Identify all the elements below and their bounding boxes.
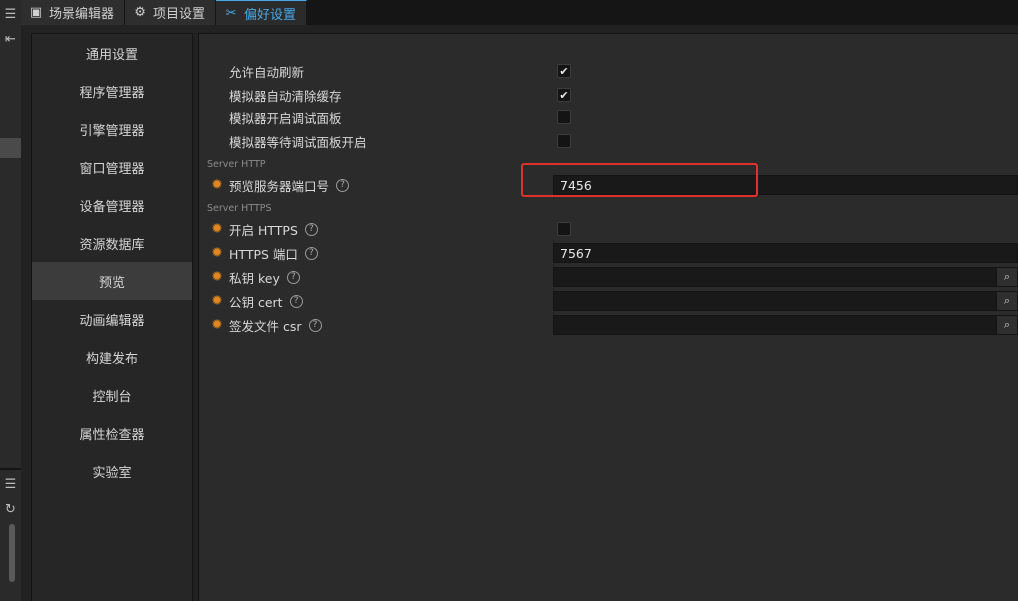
public-cert-input[interactable]: ⌕ bbox=[553, 291, 1018, 311]
highlight-annotation-box bbox=[521, 163, 758, 197]
setting-https-port: ✹ HTTPS 端口 ? 7567 bbox=[199, 242, 1018, 264]
https-port-input[interactable]: 7567 bbox=[553, 243, 1018, 263]
setting-label: 模拟器等待调试面板开启 bbox=[229, 134, 367, 150]
help-icon[interactable]: ? bbox=[289, 294, 303, 308]
nav-item-console[interactable]: 控制台 bbox=[32, 376, 192, 414]
nav-item-engine-manager[interactable]: 引擎管理器 bbox=[32, 110, 192, 148]
nav-item-asset-db[interactable]: 资源数据库 bbox=[32, 224, 192, 262]
sim-debug-panel-checkbox[interactable] bbox=[557, 110, 571, 124]
gear-icon: ✹ bbox=[211, 177, 223, 193]
setting-auto-refresh: 允许自动刷新 ✔ bbox=[199, 60, 1018, 82]
scrollbar[interactable] bbox=[9, 524, 15, 582]
help-icon[interactable]: ? bbox=[304, 222, 318, 236]
tab-label: 偏好设置 bbox=[244, 7, 297, 23]
help-icon[interactable]: ? bbox=[308, 318, 322, 332]
nav-item-inspector[interactable]: 属性检查器 bbox=[32, 414, 192, 452]
gear-icon: ✹ bbox=[211, 317, 223, 333]
gear-icon: ⚙ bbox=[134, 5, 146, 20]
tab-label: 项目设置 bbox=[153, 7, 206, 22]
setting-label-group: ✹ 私钥 key ? bbox=[209, 268, 300, 287]
setting-label-group: ✹ 开启 HTTPS ? bbox=[209, 220, 318, 239]
tab-label: 场景编辑器 bbox=[49, 7, 115, 22]
setting-sim-wait-debug: 模拟器等待调试面板开启 bbox=[199, 130, 1018, 152]
setting-sim-debug-panel: 模拟器开启调试面板 bbox=[199, 106, 1018, 128]
setting-label: 签发文件 csr bbox=[229, 318, 302, 334]
indent-list-icon[interactable]: ⇤ bbox=[0, 27, 21, 51]
setting-label-group: ✹ 预览服务器端口号 ? bbox=[209, 176, 350, 195]
auto-refresh-checkbox[interactable]: ✔ bbox=[557, 64, 571, 78]
refresh-icon[interactable]: ↻ bbox=[0, 497, 21, 521]
setting-label: HTTPS 端口 bbox=[229, 246, 298, 262]
gear-icon: ✹ bbox=[211, 221, 223, 237]
setting-private-key: ✹ 私钥 key ? ⌕ bbox=[199, 266, 1018, 288]
menu-icon[interactable]: ☰ bbox=[0, 472, 21, 496]
help-icon[interactable]: ? bbox=[304, 246, 318, 260]
gear-icon: ✹ bbox=[211, 293, 223, 309]
menu-icon[interactable]: ☰ bbox=[0, 2, 21, 26]
setting-label: 开启 HTTPS bbox=[229, 222, 298, 238]
setting-enable-https: ✹ 开启 HTTPS ? bbox=[199, 218, 1018, 240]
setting-csr-file: ✹ 签发文件 csr ? ⌕ bbox=[199, 314, 1018, 336]
setting-label: 模拟器自动清除缓存 bbox=[229, 88, 342, 104]
nav-item-device-manager[interactable]: 设备管理器 bbox=[32, 186, 192, 224]
section-server-https: Server HTTPS bbox=[207, 203, 272, 214]
setting-label: 预览服务器端口号 bbox=[229, 178, 330, 194]
sim-clear-cache-checkbox[interactable]: ✔ bbox=[557, 88, 571, 102]
sim-wait-debug-checkbox[interactable] bbox=[557, 134, 571, 148]
help-icon[interactable]: ? bbox=[336, 178, 350, 192]
tab-preferences[interactable]: ✂ 偏好设置 bbox=[216, 0, 308, 25]
setting-label: 私钥 key bbox=[229, 270, 280, 286]
setting-public-cert: ✹ 公钥 cert ? ⌕ bbox=[199, 290, 1018, 312]
nav-item-lab[interactable]: 实验室 bbox=[32, 452, 192, 490]
setting-label: 模拟器开启调试面板 bbox=[229, 110, 342, 126]
scene-editor-icon: ▣ bbox=[29, 5, 43, 20]
setting-label-group: ✹ HTTPS 端口 ? bbox=[209, 244, 318, 263]
section-server-http: Server HTTP bbox=[207, 159, 266, 170]
gear-icon: ✹ bbox=[211, 269, 223, 285]
preview-settings-panel: 允许自动刷新 ✔ 模拟器自动清除缓存 ✔ 模拟器开启调试面板 模拟器等待调试面板… bbox=[198, 33, 1018, 601]
help-icon[interactable]: ? bbox=[286, 270, 300, 284]
selected-strip-item[interactable] bbox=[0, 138, 21, 158]
setting-sim-clear-cache: 模拟器自动清除缓存 ✔ bbox=[199, 84, 1018, 106]
private-key-input[interactable]: ⌕ bbox=[553, 267, 1018, 287]
preferences-content: 通用设置 程序管理器 引擎管理器 窗口管理器 设备管理器 资源数据库 预览 动画… bbox=[21, 25, 1018, 601]
gear-icon: ✹ bbox=[211, 245, 223, 261]
setting-label: 公钥 cert bbox=[229, 294, 283, 310]
tab-scene-editor[interactable]: ▣ 场景编辑器 bbox=[21, 0, 126, 25]
setting-label-group: ✹ 签发文件 csr ? bbox=[209, 316, 322, 335]
nav-item-animation-editor[interactable]: 动画编辑器 bbox=[32, 300, 192, 338]
left-dock-strip: ☰ ⇤ ☰ ↻ bbox=[0, 0, 22, 601]
dock-divider bbox=[0, 468, 21, 470]
enable-https-checkbox[interactable] bbox=[557, 222, 571, 236]
preferences-nav: 通用设置 程序管理器 引擎管理器 窗口管理器 设备管理器 资源数据库 预览 动画… bbox=[31, 33, 193, 601]
browse-search-icon[interactable]: ⌕ bbox=[996, 292, 1017, 310]
nav-item-window-manager[interactable]: 窗口管理器 bbox=[32, 148, 192, 186]
tab-project-settings[interactable]: ⚙ 项目设置 bbox=[125, 0, 217, 25]
tab-bar: ▣ 场景编辑器 ⚙ 项目设置 ✂ 偏好设置 bbox=[21, 0, 1018, 25]
tools-icon: ✂ bbox=[225, 5, 237, 21]
browse-search-icon[interactable]: ⌕ bbox=[996, 316, 1017, 334]
browse-search-icon[interactable]: ⌕ bbox=[996, 268, 1017, 286]
csr-file-input[interactable]: ⌕ bbox=[553, 315, 1018, 335]
nav-item-general[interactable]: 通用设置 bbox=[32, 34, 192, 72]
nav-item-program-manager[interactable]: 程序管理器 bbox=[32, 72, 192, 110]
nav-item-build[interactable]: 构建发布 bbox=[32, 338, 192, 376]
setting-label-group: ✹ 公钥 cert ? bbox=[209, 292, 303, 311]
setting-label: 允许自动刷新 bbox=[229, 64, 305, 80]
nav-item-preview[interactable]: 预览 bbox=[32, 262, 192, 300]
